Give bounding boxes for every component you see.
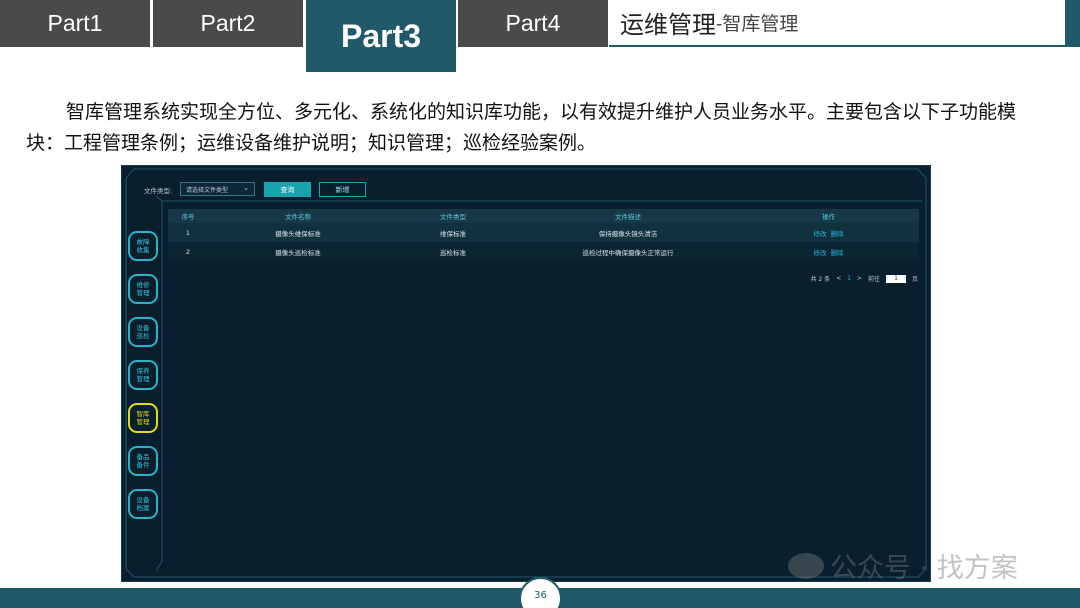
file-type-label: 文件类型: xyxy=(144,187,173,195)
pagination: 共 2 条 < 1 > 前往 1 页 xyxy=(810,274,918,283)
sidebar-item-archive[interactable]: 设备档案 xyxy=(128,489,158,519)
goto-page-input[interactable]: 1 xyxy=(885,274,906,283)
sidebar-item-spare-parts[interactable]: 备品备件 xyxy=(128,446,158,476)
file-type-select[interactable]: 请选择文件类型 ⌄ xyxy=(180,182,255,196)
current-page[interactable]: 1 xyxy=(847,275,851,282)
app-screenshot: 故障收集 维修管理 设备巡检 保养管理 智库管理 备品备件 设备档案 文件类型:… xyxy=(121,165,931,582)
tab-part3[interactable]: Part3 xyxy=(306,0,456,72)
sidebar-item-knowledge[interactable]: 智库管理 xyxy=(128,403,158,433)
col-name: 文件名称 xyxy=(285,213,311,221)
col-index: 序号 xyxy=(181,213,195,221)
tab-part2[interactable]: Part2 xyxy=(153,0,303,47)
delete-link[interactable]: 删除 xyxy=(831,249,844,257)
sidebar-item-maintenance[interactable]: 保养管理 xyxy=(128,360,158,390)
sidebar-item-inspection[interactable]: 设备巡检 xyxy=(128,317,158,347)
tab-part4[interactable]: Part4 xyxy=(458,0,608,47)
wechat-icon xyxy=(788,552,824,579)
slide: Part1 Part2 Part3 Part4 运维管理 -智库管理 智库管理系… xyxy=(0,0,1080,608)
watermark: 公众号 · 找方案 xyxy=(788,546,1018,585)
edit-link[interactable]: 修改 xyxy=(814,230,827,238)
col-desc: 文件描述 xyxy=(615,213,641,221)
col-type: 文件类型 xyxy=(440,213,466,221)
edit-link[interactable]: 修改 xyxy=(814,249,827,257)
title-sub: -智库管理 xyxy=(716,13,799,35)
delete-link[interactable]: 删除 xyxy=(831,230,844,238)
page-suffix: 页 xyxy=(911,276,918,283)
query-button[interactable]: 查询 xyxy=(264,182,311,197)
prev-page-button[interactable]: < xyxy=(836,275,841,282)
table-header: 序号 文件名称 文件类型 文件描述 操作 xyxy=(168,209,919,223)
add-button[interactable]: 新增 xyxy=(319,182,366,197)
col-actions: 操作 xyxy=(822,213,835,221)
sidebar-item-repair[interactable]: 维修管理 xyxy=(128,274,158,304)
goto-label: 前往 xyxy=(867,276,880,283)
next-page-button[interactable]: > xyxy=(857,275,862,282)
table-row: 1 摄像头维保标准 维保标准 保持摄像头镜头清洁 修改 删除 xyxy=(168,223,919,242)
table-row: 2 摄像头巡检标准 巡检标准 巡检过程中确保摄像头正常运行 修改 删除 xyxy=(168,242,919,261)
title-main: 运维管理 xyxy=(620,11,716,39)
sidebar-item-fault-collect[interactable]: 故障收集 xyxy=(128,231,158,261)
section-title: 运维管理 -智库管理 xyxy=(609,0,1065,47)
chevron-down-icon: ⌄ xyxy=(243,184,249,192)
file-table: 序号 文件名称 文件类型 文件描述 操作 1 摄像头维保标准 维保标准 保持摄像… xyxy=(168,209,919,261)
total-count: 共 2 条 xyxy=(810,276,831,283)
title-edge-bar xyxy=(1065,0,1080,47)
intro-paragraph: 智库管理系统实现全方位、多元化、系统化的知识库功能，以有效提升维护人员业务水平。… xyxy=(26,101,1017,155)
tab-part1[interactable]: Part1 xyxy=(0,0,150,47)
